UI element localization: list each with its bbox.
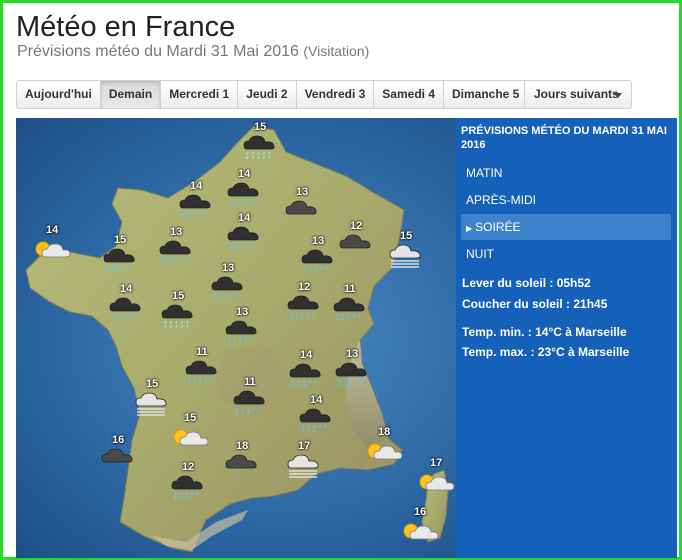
- tab-tomorrow[interactable]: Demain: [100, 81, 162, 108]
- rain-cloud-icon: [179, 194, 211, 219]
- period-label: MATIN: [466, 166, 503, 180]
- weather-marker[interactable]: 17: [284, 440, 324, 480]
- weather-marker[interactable]: 14: [176, 180, 216, 220]
- weather-marker[interactable]: 13: [222, 306, 262, 346]
- tab-friday[interactable]: Vendredi 3: [297, 81, 375, 108]
- sunset-info: Coucher du soleil : 21h45: [462, 297, 608, 311]
- cloud-icon: [339, 234, 371, 249]
- period-label: NUIT: [466, 247, 494, 261]
- weather-marker[interactable]: 13: [208, 262, 248, 302]
- sun-cloud-icon: [419, 474, 455, 491]
- forecast-panel: PRÉVISIONS MÉTÉO DU MARDI 31 MAI 2016 MA…: [456, 118, 677, 558]
- period-morning[interactable]: MATIN: [461, 160, 671, 186]
- weather-marker[interactable]: 16: [400, 506, 440, 546]
- rain-cloud-icon: [335, 362, 367, 387]
- day-tabs: Aujourd'hui Demain Mercredi 1 Jeudi 2 Ve…: [16, 80, 529, 109]
- weather-marker[interactable]: 15: [158, 290, 198, 330]
- rain-cloud-icon: [103, 248, 135, 273]
- weather-marker[interactable]: 11: [230, 376, 270, 416]
- weather-marker[interactable]: 17: [416, 457, 456, 497]
- rain-cloud-icon: [171, 475, 203, 500]
- triangle-right-icon: ▶: [466, 224, 473, 233]
- page-subtitle: Prévisions météo du Mardi 31 Mai 2016 (V…: [17, 43, 369, 61]
- following-days-dropdown[interactable]: Jours suivants: [524, 80, 632, 109]
- weather-marker[interactable]: 15: [100, 234, 140, 274]
- weather-marker[interactable]: 14: [296, 394, 336, 434]
- weather-marker[interactable]: 15: [240, 121, 280, 161]
- subtitle-saint: (Visitation): [303, 43, 370, 59]
- temp-max-info: Temp. max. : 23°C à Marseille: [462, 345, 630, 359]
- cloud-icon: [285, 200, 317, 215]
- weather-marker[interactable]: 12: [284, 281, 324, 321]
- rain-cloud-icon: [225, 320, 257, 345]
- weather-marker[interactable]: 15: [170, 412, 210, 452]
- tab-wednesday[interactable]: Mercredi 1: [161, 81, 239, 108]
- subtitle-date: Prévisions météo du Mardi 31 Mai 2016: [17, 43, 299, 60]
- tab-today[interactable]: Aujourd'hui: [17, 81, 101, 108]
- period-label: APRÈS-MIDI: [466, 193, 537, 207]
- rain-cloud-icon: [109, 297, 141, 322]
- sun-cloud-icon: [403, 523, 439, 540]
- weather-marker[interactable]: 14: [106, 283, 146, 323]
- rain-cloud-icon: [333, 297, 365, 322]
- weather-marker[interactable]: 12: [168, 461, 208, 501]
- weather-marker[interactable]: 14: [224, 168, 264, 208]
- weather-marker[interactable]: 11: [330, 283, 370, 323]
- fog-cloud-icon: [287, 454, 319, 478]
- panel-title: PRÉVISIONS MÉTÉO DU MARDI 31 MAI 2016: [461, 125, 667, 151]
- weather-marker[interactable]: 14: [224, 212, 264, 252]
- tab-saturday[interactable]: Samedi 4: [374, 81, 444, 108]
- weather-marker[interactable]: 18: [364, 426, 404, 466]
- drizzle-cloud-icon: [161, 304, 193, 329]
- rain-cloud-icon: [233, 390, 265, 415]
- rain-cloud-icon: [227, 226, 259, 251]
- rain-cloud-icon: [159, 240, 191, 265]
- weather-marker[interactable]: 11: [182, 346, 222, 386]
- rain-cloud-icon: [287, 295, 319, 320]
- weather-marker[interactable]: 15: [386, 230, 426, 270]
- rain-cloud-icon: [301, 249, 333, 274]
- cloud-icon: [225, 454, 257, 469]
- sun-cloud-icon: [35, 241, 71, 258]
- rain-cloud-icon: [185, 360, 217, 385]
- cloud-icon: [101, 448, 133, 463]
- period-night[interactable]: NUIT: [461, 241, 671, 267]
- tab-sunday[interactable]: Dimanche 5: [444, 81, 527, 108]
- period-evening[interactable]: ▶ SOIRÉE: [461, 214, 671, 240]
- drizzle-cloud-icon: [243, 135, 275, 160]
- rain-cloud-icon: [299, 408, 331, 433]
- weather-marker[interactable]: 16: [98, 434, 138, 474]
- weather-marker[interactable]: 13: [332, 348, 372, 388]
- weather-marker[interactable]: 18: [222, 440, 262, 480]
- period-afternoon[interactable]: APRÈS-MIDI: [461, 187, 671, 213]
- weather-marker[interactable]: 14: [32, 224, 72, 264]
- weather-marker[interactable]: 13: [156, 226, 196, 266]
- page-title: Météo en France: [16, 11, 236, 43]
- rain-cloud-icon: [227, 182, 259, 207]
- rain-cloud-icon: [289, 363, 321, 388]
- weather-marker[interactable]: 14: [286, 349, 326, 389]
- france-weather-map: 15 14 14 13 14 15 13 14 12 15 13 14 15 13 12 11 13 11 14 13…: [16, 118, 457, 558]
- weather-marker[interactable]: 15: [132, 378, 172, 418]
- sun-cloud-icon: [367, 443, 403, 460]
- temp-min-info: Temp. min. : 14°C à Marseille: [462, 325, 627, 339]
- fog-cloud-icon: [389, 244, 421, 268]
- dropdown-label: Jours suivants: [534, 87, 619, 101]
- tab-thursday[interactable]: Jeudi 2: [238, 81, 297, 108]
- caret-down-icon: [614, 93, 622, 98]
- rain-cloud-icon: [211, 276, 243, 301]
- sunrise-info: Lever du soleil : 05h52: [462, 276, 591, 290]
- weather-marker[interactable]: 13: [282, 186, 322, 226]
- fog-cloud-icon: [135, 392, 167, 416]
- sun-cloud-icon: [173, 429, 209, 446]
- weather-marker[interactable]: 12: [336, 220, 376, 260]
- period-label: SOIRÉE: [475, 220, 521, 234]
- weather-marker[interactable]: 13: [298, 235, 338, 275]
